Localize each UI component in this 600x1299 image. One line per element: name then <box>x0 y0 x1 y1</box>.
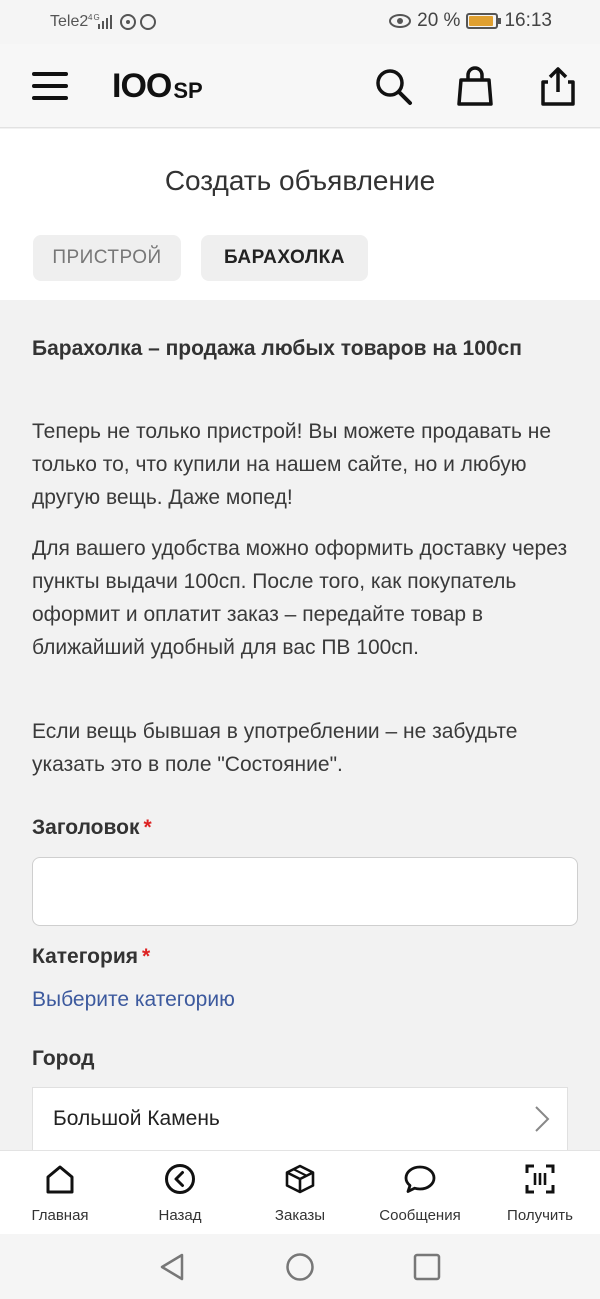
search-icon[interactable] <box>373 66 413 106</box>
nav-item-receive[interactable]: Получить <box>480 1151 600 1235</box>
status-bar: Tele2 4G 20 % 16:13 <box>0 0 600 44</box>
tab-pristroy[interactable]: ПРИСТРОЙ <box>33 235 181 281</box>
city-value: Большой Камень <box>53 1107 220 1130</box>
chat-icon <box>404 1165 436 1193</box>
logo-number: IOO <box>112 67 172 105</box>
battery-icon <box>466 13 502 29</box>
category-label: Категория * <box>32 945 150 969</box>
back-icon <box>165 1164 195 1194</box>
app-header: IOO SP <box>0 44 600 128</box>
menu-icon[interactable] <box>32 72 68 100</box>
home-icon <box>46 1165 74 1194</box>
nav-item-messages[interactable]: Сообщения <box>360 1151 480 1235</box>
nav-label: Заказы <box>274 1207 326 1224</box>
barcode-icon <box>525 1164 555 1194</box>
carrier-name: Tele2 <box>50 13 89 30</box>
system-recents-icon[interactable] <box>411 1251 443 1283</box>
title-section: Создать объявление ПРИСТРОЙ БАРАХОЛКА <box>0 129 600 300</box>
title-label: Заголовок * <box>32 816 152 840</box>
info-paragraph: Если вещь бывшая в употреблении – не заб… <box>32 720 518 776</box>
logo[interactable]: IOO SP <box>112 66 203 106</box>
city-label: Город <box>32 1047 95 1070</box>
nav-label: Назад <box>158 1207 202 1224</box>
title-input[interactable] <box>32 857 578 926</box>
battery-percent: 20 % <box>417 10 461 31</box>
bag-icon[interactable] <box>455 66 495 106</box>
info-paragraph: Для вашего удобства можно оформить доста… <box>32 537 568 659</box>
required-mark: * <box>143 816 152 839</box>
tab-baraholka[interactable]: БАРАХОЛКА <box>201 235 368 281</box>
city-select[interactable]: Большой Камень <box>32 1087 568 1151</box>
nav-item-home[interactable]: Главная <box>0 1151 120 1235</box>
logo-suffix: SP <box>173 78 203 103</box>
system-back-icon[interactable] <box>156 1251 188 1283</box>
nav-label: Главная <box>31 1207 89 1224</box>
status-right: 20 % 16:13 <box>389 10 552 32</box>
info-paragraph: Теперь не только пристрой! Вы можете про… <box>32 420 552 509</box>
nav-label: Получить <box>507 1207 573 1224</box>
eye-icon <box>389 14 412 28</box>
nav-label: Сообщения <box>379 1207 461 1224</box>
select-category-link[interactable]: Выберите категорию <box>32 988 235 1012</box>
system-nav-bar <box>0 1234 600 1299</box>
section-heading: Барахолка – продажа любых товаров на 100… <box>32 337 522 360</box>
nav-item-orders[interactable]: Заказы <box>240 1151 360 1235</box>
main-content: Барахолка – продажа любых товаров на 100… <box>0 300 600 1151</box>
system-home-icon[interactable] <box>284 1251 316 1283</box>
title-label-text: Заголовок <box>32 816 140 839</box>
required-mark: * <box>142 945 151 968</box>
bottom-nav: Главная Назад Заказы Сообщения Получить <box>0 1150 600 1234</box>
category-label-text: Категория <box>32 945 139 968</box>
box-icon <box>285 1164 315 1194</box>
page-title: Создать объявление <box>164 165 436 196</box>
chevron-right-icon <box>535 1106 550 1132</box>
nav-item-back[interactable]: Назад <box>120 1151 240 1235</box>
signal-icon: 4G <box>88 12 158 35</box>
network-type: 4G <box>88 13 101 22</box>
share-icon[interactable] <box>538 66 578 106</box>
clock: 16:13 <box>504 10 552 31</box>
